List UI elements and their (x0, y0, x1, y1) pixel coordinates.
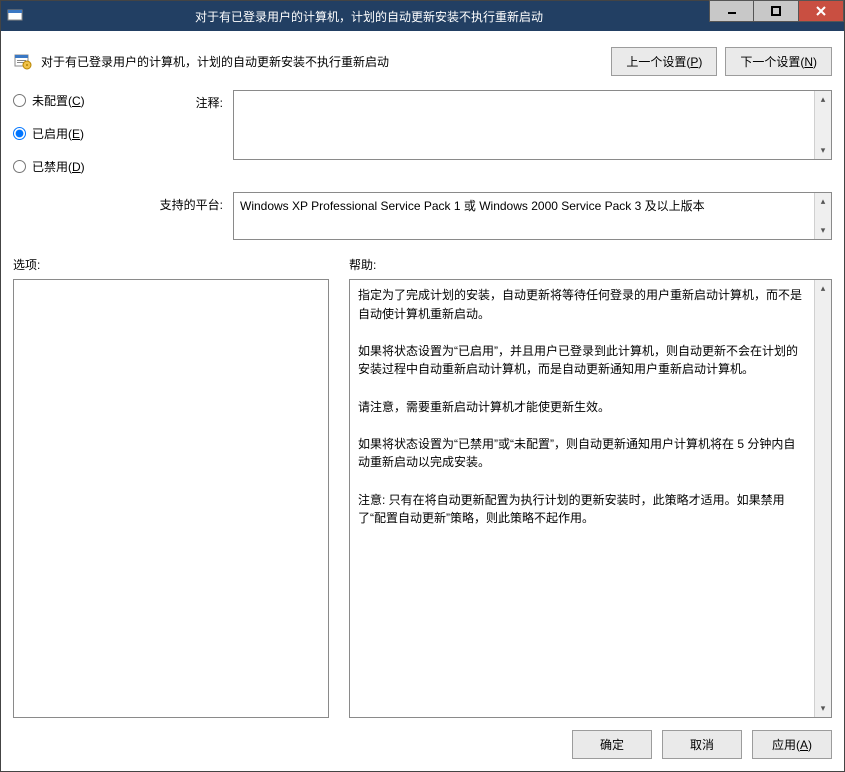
next-setting-button[interactable]: 下一个设置(N) (725, 47, 832, 76)
radio-enabled-input[interactable] (13, 127, 26, 140)
scroll-up-icon[interactable]: ▴ (815, 193, 831, 210)
radio-disabled-input[interactable] (13, 160, 26, 173)
policy-name: 对于有已登录用户的计算机，计划的自动更新安装不执行重新启动 (41, 53, 389, 70)
previous-setting-button[interactable]: 上一个设置(P) (611, 47, 717, 76)
comment-label: 注释: (153, 90, 223, 160)
cancel-button[interactable]: 取消 (662, 730, 742, 759)
radio-not-configured[interactable]: 未配置(C) (13, 92, 123, 109)
scroll-up-icon[interactable]: ▴ (815, 280, 831, 297)
dialog-footer: 确定 取消 应用(A) (13, 718, 832, 759)
scrollbar[interactable]: ▴ ▾ (814, 280, 831, 717)
scroll-down-icon[interactable]: ▾ (815, 222, 831, 239)
comment-textarea[interactable]: ▴ ▾ (233, 90, 832, 160)
radio-not-configured-input[interactable] (13, 94, 26, 107)
platform-label: 支持的平台: (153, 192, 223, 240)
panels-row: 指定为了完成计划的安装，自动更新将等待任何登录的用户重新启动计算机，而不是自动使… (13, 279, 832, 718)
scrollbar[interactable]: ▴ ▾ (814, 91, 831, 159)
window-title: 对于有已登录用户的计算机，计划的自动更新安装不执行重新启动 (29, 8, 709, 25)
radio-enabled[interactable]: 已启用(E) (13, 125, 123, 142)
ok-button[interactable]: 确定 (572, 730, 652, 759)
header-row: 对于有已登录用户的计算机，计划的自动更新安装不执行重新启动 上一个设置(P) 下… (13, 41, 832, 90)
section-labels: 选项: 帮助: (13, 244, 832, 279)
app-icon (1, 8, 29, 24)
policy-icon (13, 52, 33, 72)
minimize-button[interactable] (709, 0, 754, 22)
close-button[interactable] (799, 0, 844, 22)
help-text: 指定为了完成计划的安装，自动更新将等待任何登录的用户重新启动计算机，而不是自动使… (350, 280, 814, 717)
title-bar: 对于有已登录用户的计算机，计划的自动更新安装不执行重新启动 (1, 1, 844, 31)
config-row: 未配置(C) 已启用(E) 已禁用(D) 注释: ▴ ▾ (13, 90, 832, 244)
supported-platform-box: Windows XP Professional Service Pack 1 或… (233, 192, 832, 240)
help-label: 帮助: (349, 256, 376, 273)
radio-disabled[interactable]: 已禁用(D) (13, 158, 123, 175)
maximize-button[interactable] (754, 0, 799, 22)
scroll-down-icon[interactable]: ▾ (815, 142, 831, 159)
dialog-content: 对于有已登录用户的计算机，计划的自动更新安装不执行重新启动 上一个设置(P) 下… (1, 31, 844, 771)
scroll-down-icon[interactable]: ▾ (815, 700, 831, 717)
help-panel: 指定为了完成计划的安装，自动更新将等待任何登录的用户重新启动计算机，而不是自动使… (349, 279, 832, 718)
scroll-up-icon[interactable]: ▴ (815, 91, 831, 108)
comment-text[interactable] (234, 91, 814, 159)
state-radios: 未配置(C) 已启用(E) 已禁用(D) (13, 90, 123, 240)
options-panel (13, 279, 329, 718)
apply-button[interactable]: 应用(A) (752, 730, 832, 759)
platform-text: Windows XP Professional Service Pack 1 或… (234, 193, 814, 239)
scrollbar[interactable]: ▴ ▾ (814, 193, 831, 239)
window-controls (709, 1, 844, 31)
options-label: 选项: (13, 256, 329, 273)
